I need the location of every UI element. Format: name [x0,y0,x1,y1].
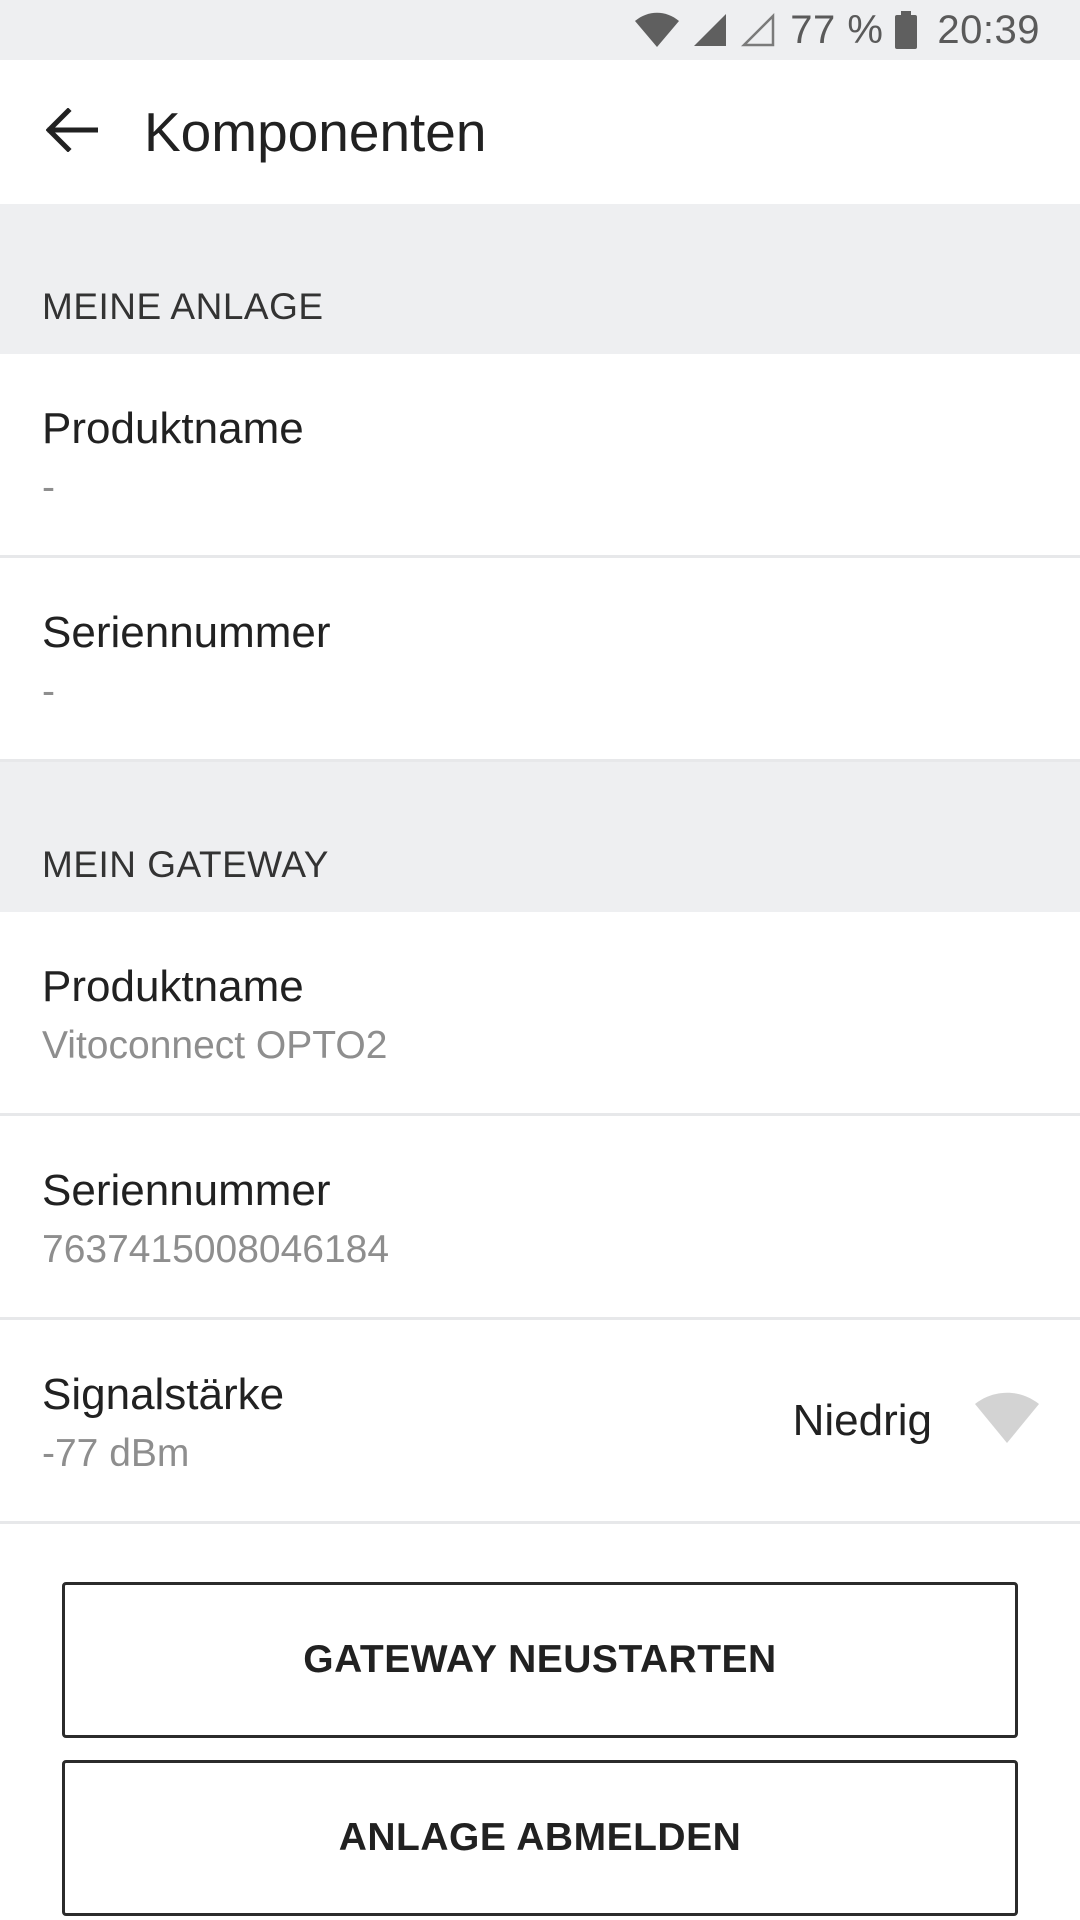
list-item-signal-strength: Signalstärke -77 dBm Niedrig [0,1320,1080,1524]
row-label: Seriennummer [42,1166,331,1215]
list-item-system-product-name: Produktname - [0,354,1080,558]
cell-signal-icon [692,12,728,48]
list-item-gateway-serial-number: Seriennummer 7637415008046184 [0,1116,1080,1320]
row-label: Produktname [42,404,304,453]
battery-percentage: 77 % [790,7,884,52]
cell-signal-empty-icon [740,12,776,48]
section-title: MEINE ANLAGE [42,286,324,327]
signal-status: Niedrig [793,1320,1040,1521]
section-title: MEIN GATEWAY [42,844,329,885]
restart-gateway-button[interactable]: GATEWAY NEUSTARTEN [62,1582,1018,1738]
arrow-back-icon [45,106,99,157]
back-button[interactable] [22,82,122,182]
section-header-meine-anlage: MEINE ANLAGE [0,204,1080,354]
section-header-mein-gateway: MEIN GATEWAY [0,762,1080,912]
wifi-signal-icon [974,1392,1040,1449]
row-value: 7637415008046184 [42,1228,390,1271]
signal-status-text: Niedrig [792,1395,932,1445]
list-item-gateway-product-name: Produktname Vitoconnect OPTO2 [0,912,1080,1116]
row-label: Seriennummer [42,608,331,657]
row-value: - [42,466,55,509]
battery-icon [895,11,918,49]
row-value: Vitoconnect OPTO2 [42,1024,388,1067]
wifi-icon [634,12,680,48]
row-value: - [42,670,55,713]
row-value: -77 dBm [42,1432,190,1475]
app-bar: Komponenten [0,60,1080,204]
unregister-system-button[interactable]: ANLAGE ABMELDEN [62,1760,1018,1916]
list-item-system-serial-number: Seriennummer - [0,558,1080,762]
row-label: Signalstärke [42,1370,285,1419]
status-bar: 77 % 20:39 [0,0,1080,60]
page-title: Komponenten [144,101,487,163]
row-label: Produktname [42,962,304,1011]
clock: 20:39 [937,7,1040,52]
